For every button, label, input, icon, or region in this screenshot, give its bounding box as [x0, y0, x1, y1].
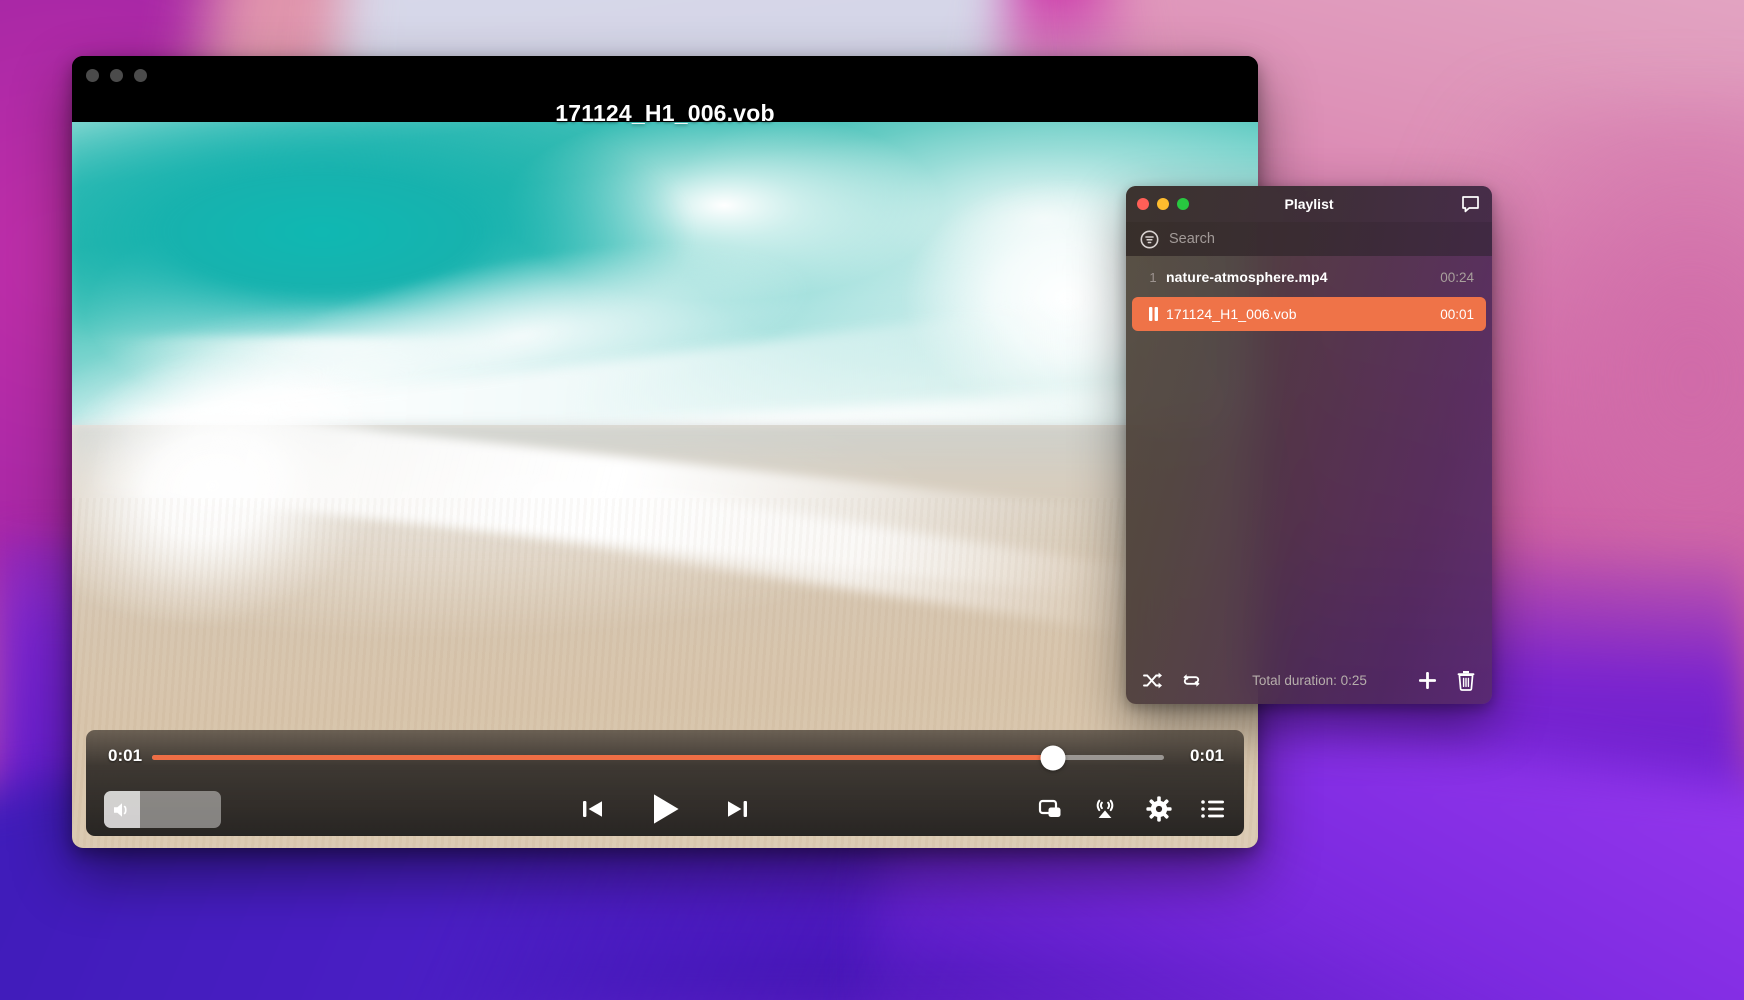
zoom-button[interactable]	[134, 69, 147, 82]
transport-row	[86, 782, 1244, 836]
player-traffic-lights[interactable]	[86, 69, 147, 82]
pause-icon	[1140, 307, 1166, 321]
playlist-icon[interactable]	[1200, 798, 1226, 820]
previous-track-button[interactable]	[578, 794, 608, 824]
player-title: 171124_H1_006.vob	[555, 100, 775, 126]
playlist-items: 1 nature-atmosphere.mp4 00:24 171124_H1_…	[1126, 256, 1492, 656]
gear-icon[interactable]	[1146, 796, 1172, 822]
delete-button[interactable]	[1456, 670, 1476, 691]
shuffle-icon[interactable]	[1142, 671, 1163, 690]
picture-in-picture-icon[interactable]	[1038, 797, 1064, 821]
filter-icon[interactable]	[1140, 230, 1159, 249]
next-track-button[interactable]	[722, 794, 752, 824]
playlist-footer: Total duration: 0:25	[1126, 656, 1492, 704]
minimize-button[interactable]	[110, 69, 123, 82]
search-input[interactable]: Search	[1126, 222, 1492, 256]
playlist-titlebar[interactable]: Playlist	[1126, 186, 1492, 222]
add-button[interactable]	[1417, 670, 1438, 691]
airplay-icon[interactable]	[1092, 797, 1118, 821]
seek-handle[interactable]	[1040, 745, 1066, 770]
seek-row: 0:01 0:01	[86, 730, 1244, 782]
playlist-row-index: 1	[1149, 269, 1157, 285]
playlist-row-name: 171124_H1_006.vob	[1166, 306, 1297, 322]
remaining-time-label: 0:01	[1189, 746, 1224, 765]
total-duration-label: Total duration: 0:25	[1252, 672, 1367, 688]
seek-slider[interactable]	[152, 745, 1164, 770]
playlist-row[interactable]: 1 nature-atmosphere.mp4 00:24	[1132, 260, 1486, 294]
playlist-title: Playlist	[1284, 196, 1334, 212]
playlist-window[interactable]: Playlist Search 1 nature-atmosphere.mp4 …	[1126, 186, 1492, 704]
search-placeholder: Search	[1169, 231, 1215, 247]
playlist-row-duration: 00:01	[1440, 306, 1474, 322]
current-time-label: 0:01	[108, 746, 143, 765]
playlist-row[interactable]: 171124_H1_006.vob 00:01	[1132, 297, 1486, 331]
player-right-icons	[1038, 782, 1226, 836]
player-controls-bar: 0:01 0:01	[86, 730, 1244, 836]
close-button[interactable]	[86, 69, 99, 82]
repeat-icon[interactable]	[1181, 671, 1202, 690]
play-button[interactable]	[644, 788, 686, 830]
playlist-row-name: nature-atmosphere.mp4	[1166, 269, 1328, 285]
video-player-window[interactable]: 171124_H1_006.vob 0:01 0:01	[72, 56, 1258, 848]
comment-icon[interactable]	[1461, 195, 1480, 213]
playlist-row-duration: 00:24	[1440, 269, 1474, 285]
seek-progress-fill	[152, 755, 1053, 760]
